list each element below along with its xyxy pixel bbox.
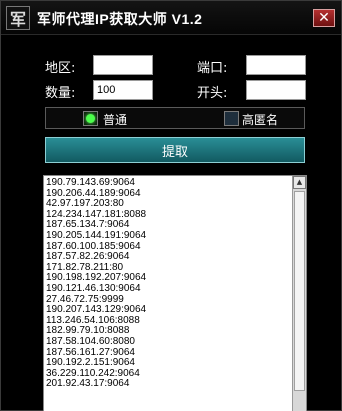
port-input[interactable] [246, 55, 306, 75]
proxy-mode-group: 普通 高匿名 [45, 107, 305, 129]
result-line[interactable]: 187.58.104.60:8080 [46, 336, 292, 348]
scroll-up-arrow-icon[interactable]: ▲ [293, 176, 306, 189]
result-line[interactable]: 190.121.46.130:9064 [46, 283, 292, 295]
anonymous-radio-label[interactable]: 高匿名 [242, 111, 278, 128]
result-line[interactable]: 190.79.143.69:9064 [46, 177, 292, 189]
window-title: 军师代理IP获取大师 V1.2 [37, 11, 203, 27]
vertical-scrollbar[interactable]: ▲ [292, 176, 306, 411]
app-logo-icon: 军 [6, 6, 30, 30]
result-list-box[interactable]: 190.79.143.69:9064 190.206.44.189:9064 42.… [43, 175, 307, 411]
result-line[interactable]: 190.205.144.191:9064 [46, 230, 292, 242]
app-window: 军 军师代理IP获取大师 V1.2 ✕ 地区: 端口: 数量: 100 开头: … [0, 0, 342, 411]
port-label: 端口: [197, 61, 228, 76]
proxy-result-list[interactable]: 190.79.143.69:9064 190.206.44.189:9064 42.… [46, 177, 292, 390]
normal-radio-label[interactable]: 普通 [103, 111, 127, 128]
prefix-input[interactable] [246, 80, 306, 100]
close-button[interactable]: ✕ [313, 9, 335, 27]
result-line[interactable]: 201.92.43.17:9064 [46, 379, 292, 390]
normal-radio[interactable] [83, 111, 98, 126]
quantity-label: 数量: [45, 86, 76, 101]
anonymous-radio[interactable] [224, 111, 239, 126]
scroll-thumb[interactable] [294, 191, 305, 391]
region-input[interactable] [93, 55, 153, 75]
quantity-input[interactable]: 100 [93, 80, 153, 100]
title-bar[interactable]: 军 军师代理IP获取大师 V1.2 ✕ [1, 1, 341, 35]
fetch-button[interactable]: 提取 [45, 137, 305, 163]
prefix-label: 开头: [197, 86, 228, 101]
region-label: 地区: [45, 61, 76, 76]
